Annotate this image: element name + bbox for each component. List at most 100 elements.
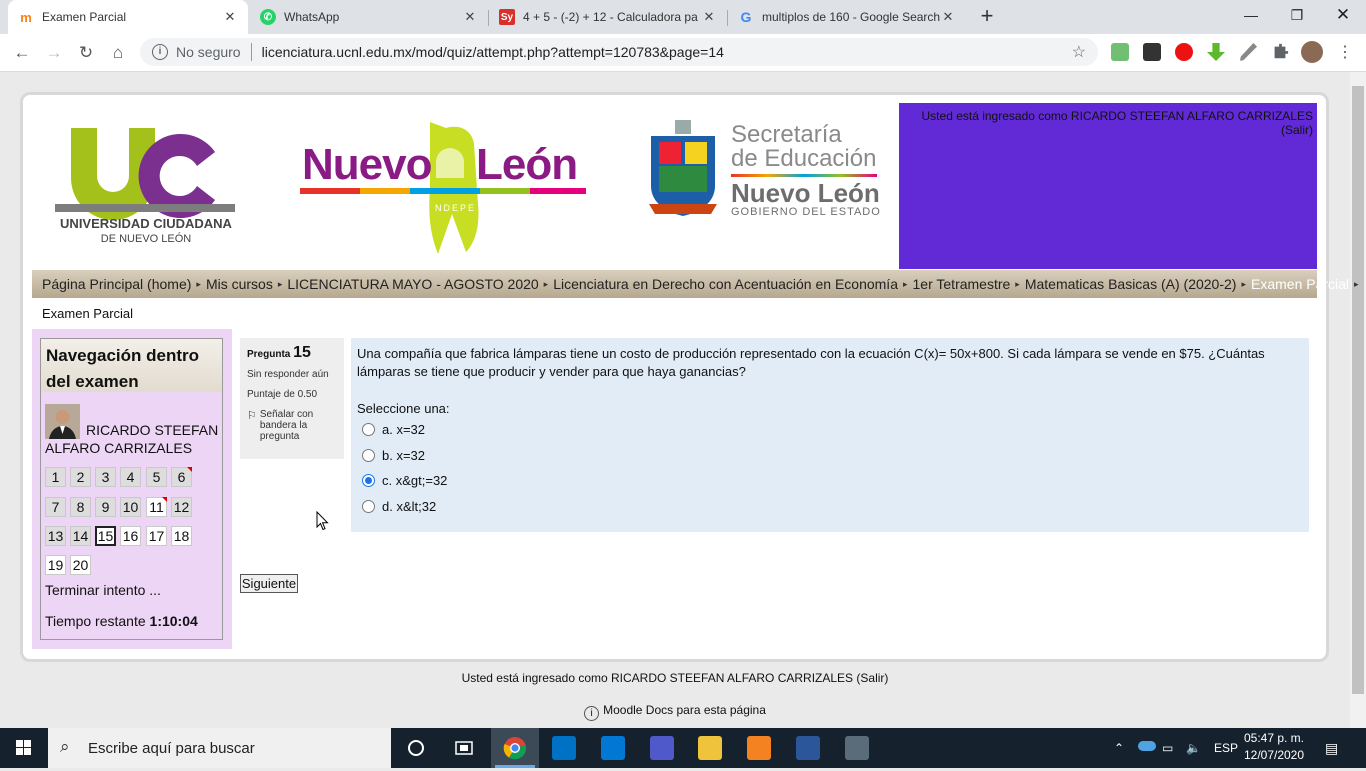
breadcrumb-licenciatura[interactable]: LICENCIATURA MAYO - AGOSTO 2020: [287, 276, 538, 292]
close-icon[interactable]: ✕: [940, 9, 956, 25]
menu-kebab-icon[interactable]: ⋮: [1333, 41, 1357, 65]
login-info[interactable]: Usted está ingresado como RICARDO STEEFA…: [895, 109, 1313, 137]
scrollbar-thumb[interactable]: [1352, 86, 1364, 694]
question-button-18[interactable]: 18: [171, 526, 192, 546]
file-explorer-icon[interactable]: [698, 736, 722, 760]
next-page-button[interactable]: Siguiente: [240, 574, 298, 593]
question-button-15[interactable]: 15: [95, 526, 116, 546]
forward-icon[interactable]: →: [42, 41, 66, 65]
pdf-icon[interactable]: [747, 736, 771, 760]
finish-attempt-link[interactable]: Terminar intento ...: [45, 582, 161, 598]
question-button-8[interactable]: 8: [70, 497, 91, 517]
radio-d[interactable]: [362, 500, 375, 513]
radio-b[interactable]: [362, 449, 375, 462]
question-button-20[interactable]: 20: [70, 555, 91, 575]
task-view-icon[interactable]: [452, 736, 476, 760]
question-button-4[interactable]: 4: [120, 467, 141, 487]
flag-question[interactable]: ⚐ Señalar con bandera la pregunta: [247, 409, 337, 442]
word-icon[interactable]: [796, 736, 820, 760]
tab-google-search[interactable]: G multiplos de 160 - Google Search ✕: [728, 0, 966, 34]
reload-icon[interactable]: ↻: [74, 41, 98, 65]
question-number: Pregunta 15: [247, 344, 337, 362]
close-window-button[interactable]: ✕: [1320, 0, 1366, 30]
calculator-icon[interactable]: [845, 736, 869, 760]
answer-option-a[interactable]: a. x=32: [362, 422, 425, 437]
tab-whatsapp[interactable]: ✆ WhatsApp ✕: [250, 0, 488, 34]
address-bar[interactable]: i No seguro licenciatura.ucnl.edu.mx/mod…: [140, 38, 1098, 66]
teams-meeting-icon[interactable]: [601, 736, 625, 760]
question-button-9[interactable]: 9: [95, 497, 116, 517]
question-button-7[interactable]: 7: [45, 497, 66, 517]
cortana-icon[interactable]: [404, 736, 428, 760]
question-button-5[interactable]: 5: [146, 467, 167, 487]
option-label[interactable]: a. x=32: [382, 422, 425, 437]
notifications-icon[interactable]: ▤: [1325, 728, 1338, 768]
network-icon[interactable]: ▭: [1162, 728, 1173, 768]
question-button-17[interactable]: 17: [146, 526, 167, 546]
question-button-12[interactable]: 12: [171, 497, 192, 517]
answer-option-d[interactable]: d. x&lt;32: [362, 499, 436, 514]
answer-option-c[interactable]: c. x&gt;=32: [362, 473, 447, 488]
chrome-icon[interactable]: [503, 736, 527, 760]
breadcrumb-my-courses[interactable]: Mis cursos: [206, 276, 273, 292]
flag-icon[interactable]: ⚐: [247, 409, 257, 442]
moodle-docs-link[interactable]: i Moodle Docs para esta página: [0, 703, 1350, 721]
moodle-docs-label[interactable]: Moodle Docs para esta página: [603, 703, 766, 717]
tab-calculadora[interactable]: Sy 4 + 5 - (-2) + 12 - Calculadora pa ✕: [489, 0, 727, 34]
question-button-6[interactable]: 6: [171, 467, 192, 487]
question-button-16[interactable]: 16: [120, 526, 141, 546]
bookmark-star-icon[interactable]: ☆: [1072, 42, 1086, 62]
extension-check-icon[interactable]: [1111, 43, 1129, 61]
option-label[interactable]: c. x&gt;=32: [382, 473, 447, 488]
search-placeholder[interactable]: Escribe aquí para buscar: [88, 740, 255, 757]
restore-button[interactable]: ❐: [1274, 0, 1320, 30]
info-icon[interactable]: i: [152, 44, 168, 60]
teams-icon[interactable]: [650, 736, 674, 760]
chevron-up-icon[interactable]: ⌃: [1114, 728, 1124, 768]
uc-name: UNIVERSIDAD CIUDADANA: [60, 216, 232, 231]
answer-option-b[interactable]: b. x=32: [362, 448, 425, 463]
outlook-icon[interactable]: [552, 736, 576, 760]
option-label[interactable]: b. x=32: [382, 448, 425, 463]
system-clock[interactable]: 05:47 p. m. 12/07/2020: [1236, 730, 1312, 764]
question-button-10[interactable]: 10: [120, 497, 141, 517]
volume-icon[interactable]: 🔈: [1186, 728, 1201, 768]
taskbar-search-box[interactable]: ⌕ Escribe aquí para buscar: [48, 728, 391, 768]
flag-label[interactable]: Señalar con bandera la pregunta: [260, 409, 337, 442]
question-button-11[interactable]: 11: [146, 497, 167, 517]
question-mark: Puntaje de 0.50: [247, 389, 318, 400]
extension-camera-icon[interactable]: [1143, 43, 1161, 61]
home-icon[interactable]: ⌂: [106, 41, 130, 65]
language-indicator[interactable]: ESP: [1214, 728, 1238, 768]
breadcrumb-program[interactable]: Licenciatura en Derecho con Acentuación …: [553, 276, 898, 292]
user-name[interactable]: RICARDO STEEFAN ALFARO CARRIZALES: [45, 421, 221, 457]
close-icon[interactable]: ✕: [222, 9, 238, 25]
minimize-button[interactable]: —: [1228, 0, 1274, 30]
question-button-13[interactable]: 13: [45, 526, 66, 546]
onedrive-icon[interactable]: [1138, 741, 1156, 751]
question-button-14[interactable]: 14: [70, 526, 91, 546]
tab-examen-parcial[interactable]: m Examen Parcial ✕: [8, 0, 248, 34]
breadcrumb-course[interactable]: Matematicas Basicas (A) (2020-2): [1025, 276, 1237, 292]
radio-c-selected[interactable]: [362, 474, 375, 487]
profile-avatar[interactable]: [1301, 41, 1323, 63]
breadcrumb-term[interactable]: 1er Tetramestre: [913, 276, 1011, 292]
question-button-1[interactable]: 1: [45, 467, 66, 487]
windows-start-icon[interactable]: [0, 728, 48, 768]
url-text[interactable]: licenciatura.ucnl.edu.mx/mod/quiz/attemp…: [262, 44, 724, 60]
question-button-19[interactable]: 19: [45, 555, 66, 575]
nl-small-text: NDEPE: [435, 203, 477, 213]
close-icon[interactable]: ✕: [462, 9, 478, 25]
breadcrumb-home[interactable]: Página Principal (home): [42, 276, 191, 292]
breadcrumb-current[interactable]: Examen Parcial: [1251, 276, 1349, 292]
question-button-2[interactable]: 2: [70, 467, 91, 487]
option-label[interactable]: d. x&lt;32: [382, 499, 436, 514]
new-tab-button[interactable]: +: [974, 4, 1000, 30]
footer-login-info[interactable]: Usted está ingresado como RICARDO STEEFA…: [0, 671, 1350, 685]
extension-adblock-icon[interactable]: [1175, 43, 1193, 61]
back-icon[interactable]: ←: [10, 41, 34, 65]
close-icon[interactable]: ✕: [701, 9, 717, 25]
radio-a[interactable]: [362, 423, 375, 436]
breadcrumb-separator: ▸: [277, 278, 283, 289]
question-button-3[interactable]: 3: [95, 467, 116, 487]
